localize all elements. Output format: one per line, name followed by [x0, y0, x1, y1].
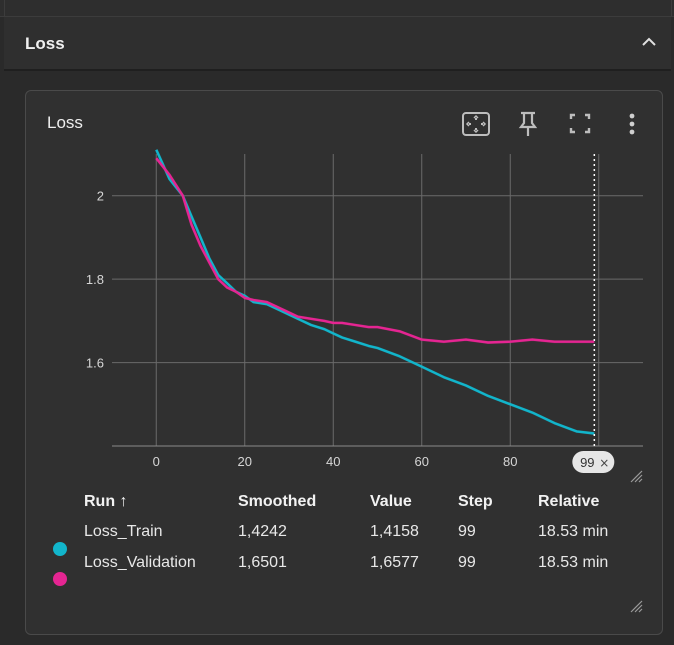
- y-tick-label: 1.6: [86, 356, 104, 371]
- chevron-up-icon[interactable]: [640, 33, 658, 51]
- legend-smoothed: 1,6501: [238, 554, 287, 571]
- chart-series: [154, 149, 595, 435]
- series-line: [155, 157, 595, 344]
- series-raw-line: [155, 157, 595, 345]
- x-tick-label: 60: [415, 454, 429, 469]
- top-strip-edge: [4, 0, 5, 16]
- legend-relative: 18.53 min: [538, 523, 609, 540]
- series-line: [155, 149, 595, 435]
- x-tick-label: 0: [153, 454, 160, 469]
- section-header[interactable]: Loss: [4, 17, 671, 69]
- x-tick-label: 80: [503, 454, 517, 469]
- legend-smoothed: 1,4242: [238, 523, 287, 540]
- chart-resize-handle-icon[interactable]: [629, 469, 643, 483]
- legend-header-step: Step: [458, 493, 493, 510]
- card-resize-handle-icon[interactable]: [629, 599, 643, 613]
- legend-step: 99: [458, 554, 476, 571]
- legend-value: 1,6577: [370, 554, 419, 571]
- y-tick-label: 2: [97, 189, 104, 204]
- y-tick-label: 1.8: [86, 272, 104, 287]
- legend-relative: 18.53 min: [538, 554, 609, 571]
- hover-step-label: 99: [580, 455, 594, 470]
- top-strip: [0, 0, 674, 17]
- chart-card: Loss 0 20 40 60 80 1.6 1.8 2 99 × Run ↑ Smoothed…: [25, 90, 663, 635]
- close-icon: ×: [599, 456, 609, 470]
- legend-header-smoothed: Smoothed: [238, 493, 317, 510]
- x-tick-label: 40: [326, 454, 340, 469]
- legend-step: 99: [458, 523, 476, 540]
- legend-run-name: Loss_Train: [84, 523, 163, 540]
- legend-header-value: Value: [370, 493, 412, 510]
- legend-color-dot: [53, 542, 67, 556]
- chart-overlay: 99 ×: [572, 154, 615, 473]
- legend-header-run[interactable]: Run ↑: [84, 493, 128, 511]
- line-chart[interactable]: 0 20 40 60 80 1.6 1.8 2 99 ×: [26, 91, 662, 491]
- legend-header-relative: Relative: [538, 493, 600, 510]
- legend-color-dot: [53, 572, 67, 586]
- chart-grid: [112, 154, 643, 446]
- section-title: Loss: [25, 34, 65, 53]
- x-tick-label: 20: [238, 454, 252, 469]
- top-strip-edge: [671, 0, 672, 16]
- legend-run-name: Loss_Validation: [84, 554, 196, 571]
- section-divider: [4, 69, 671, 71]
- legend-value: 1,4158: [370, 523, 419, 540]
- chart-axes: 0 20 40 60 80 1.6 1.8 2: [86, 189, 643, 469]
- series-raw-line: [154, 149, 595, 435]
